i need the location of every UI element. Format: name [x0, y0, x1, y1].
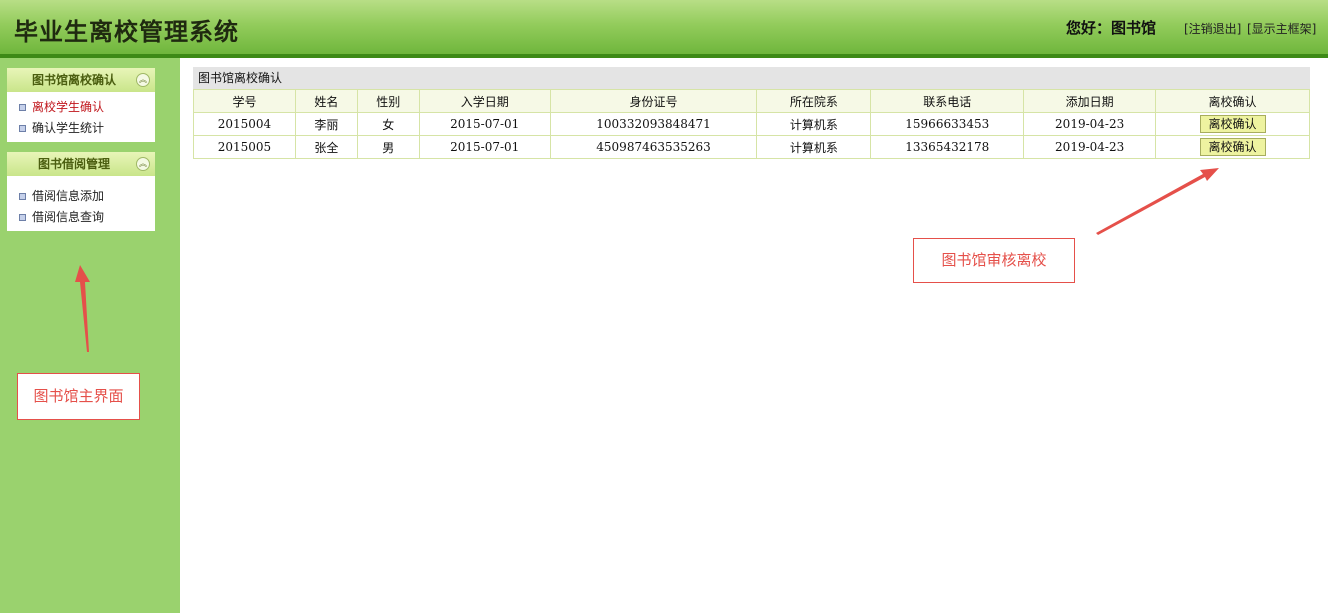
annotation-library-main: 图书馆主界面 — [17, 373, 140, 420]
arrow-to-sidebar — [75, 265, 90, 352]
annotation-arrows — [75, 168, 1219, 352]
arrow-to-confirm-button — [1096, 168, 1219, 235]
annotation-library-review: 图书馆审核离校 — [913, 238, 1075, 283]
